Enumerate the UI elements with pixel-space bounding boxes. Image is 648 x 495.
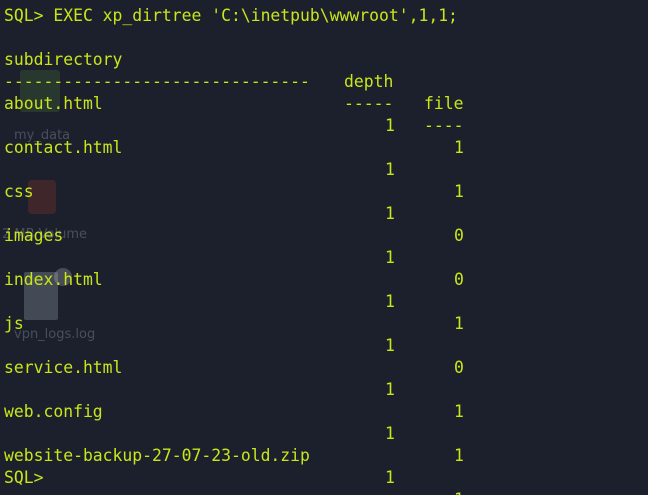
- separator-depth: -----: [344, 94, 394, 113]
- table-separator: ------------------------------- ----- --…: [4, 49, 604, 135]
- row-subdirectory: contact.html: [4, 138, 123, 157]
- row-subdirectory: web.config: [4, 402, 103, 421]
- row-file: 0: [454, 270, 464, 289]
- row-file: 0: [454, 358, 464, 377]
- table-row: about.html 1 1: [4, 71, 604, 157]
- row-file: 1: [454, 402, 464, 421]
- table-row: css 1 0: [4, 159, 604, 245]
- row-subdirectory: website-backup-27-07-23-old.zip: [4, 446, 310, 465]
- row-subdirectory: about.html: [4, 94, 103, 113]
- table-row: service.html 1 1: [4, 335, 604, 421]
- header-file: file: [424, 94, 464, 113]
- table-row: index.html 1 1: [4, 247, 604, 333]
- row-file: 1: [454, 489, 464, 495]
- row-file: 1: [454, 138, 464, 157]
- table-row: website-backup-27-07-23-old.zip 1 1: [4, 423, 604, 495]
- row-subdirectory: images: [4, 226, 64, 245]
- row-subdirectory: index.html: [4, 270, 103, 289]
- table-row: contact.html 1 1: [4, 115, 604, 201]
- table-row: images 1 0: [4, 203, 604, 289]
- terminal-window[interactable]: my_data 2 MB Volume vpn_logs.log SQL> EX…: [0, 0, 648, 495]
- row-subdirectory: css: [4, 182, 34, 201]
- row-file: 1: [454, 314, 464, 333]
- table-row: web.config 1 1: [4, 379, 604, 465]
- row-subdirectory: service.html: [4, 358, 123, 377]
- command-line: SQL> EXEC xp_dirtree 'C:\inetpub\wwwroot…: [4, 6, 458, 25]
- table-row: js 1 0: [4, 291, 604, 377]
- row-subdirectory: js: [4, 314, 24, 333]
- table-header: subdirectory depth file: [4, 27, 604, 113]
- row-file: 1: [454, 182, 464, 201]
- row-file: 1: [454, 446, 464, 465]
- sql-prompt[interactable]: SQL>: [4, 467, 43, 489]
- row-file: 0: [454, 226, 464, 245]
- row-depth: 1: [385, 468, 395, 487]
